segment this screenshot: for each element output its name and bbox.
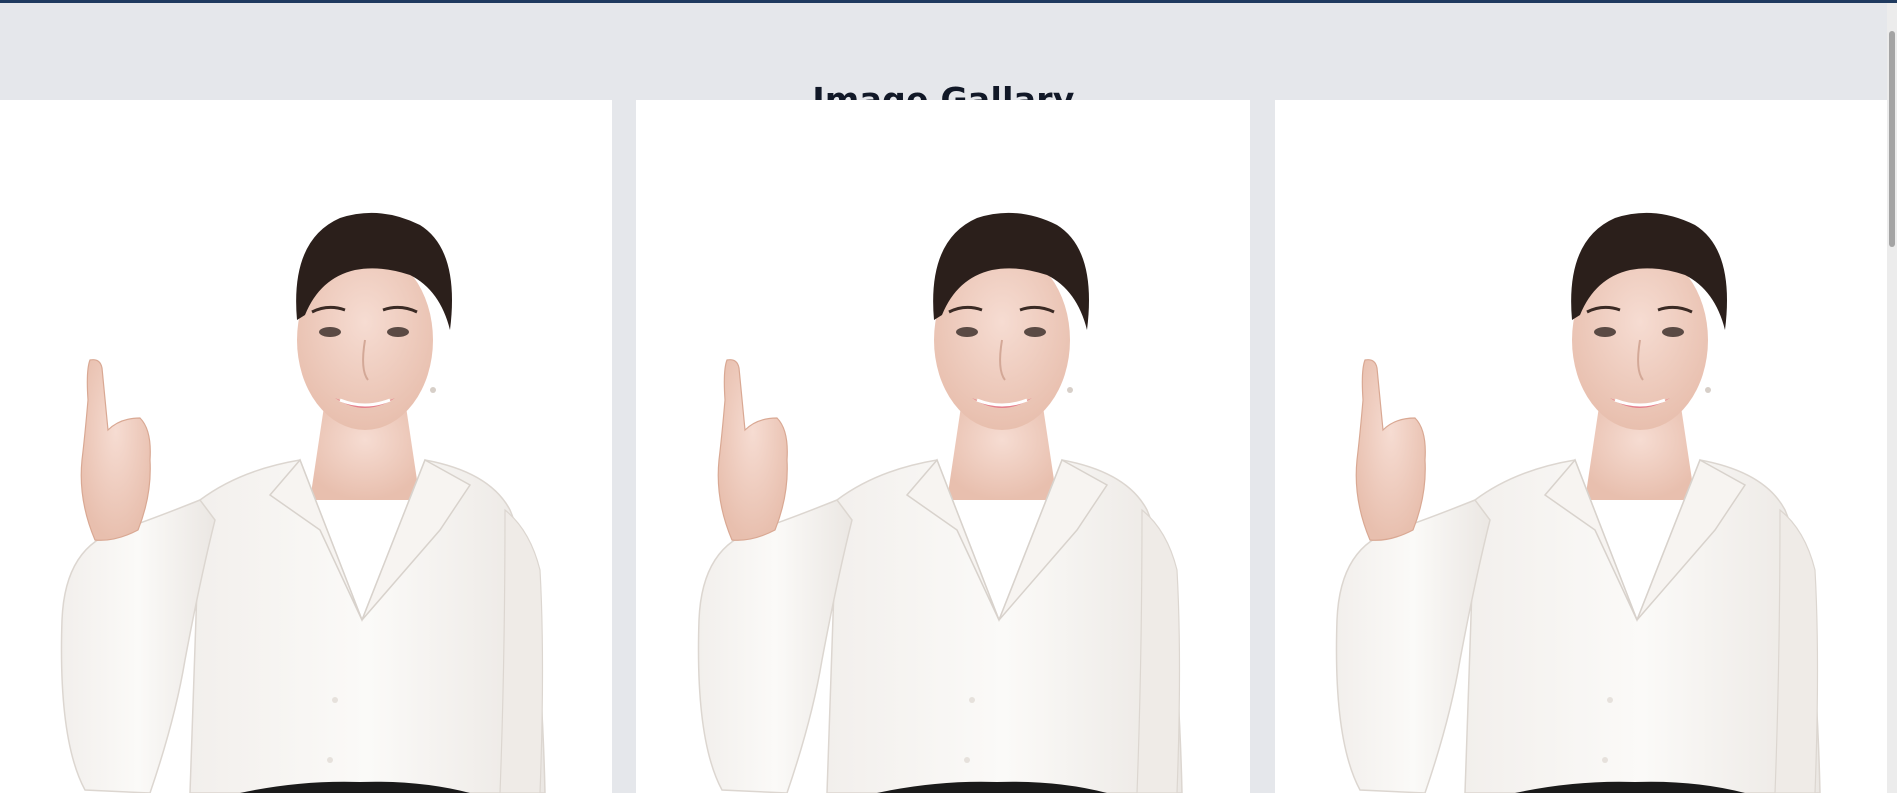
gallery-image-card[interactable] xyxy=(1275,100,1887,793)
scrollbar-thumb[interactable] xyxy=(1889,31,1895,247)
page-scrollbar[interactable] xyxy=(1887,3,1897,793)
gallery-photo xyxy=(636,100,1250,793)
gallery-image-card[interactable] xyxy=(0,100,612,793)
image-gallery xyxy=(0,100,1887,793)
gallery-photo xyxy=(0,100,612,793)
gallery-photo xyxy=(1275,100,1887,793)
top-accent-bar xyxy=(0,0,1897,3)
gallery-image-card[interactable] xyxy=(636,100,1250,793)
